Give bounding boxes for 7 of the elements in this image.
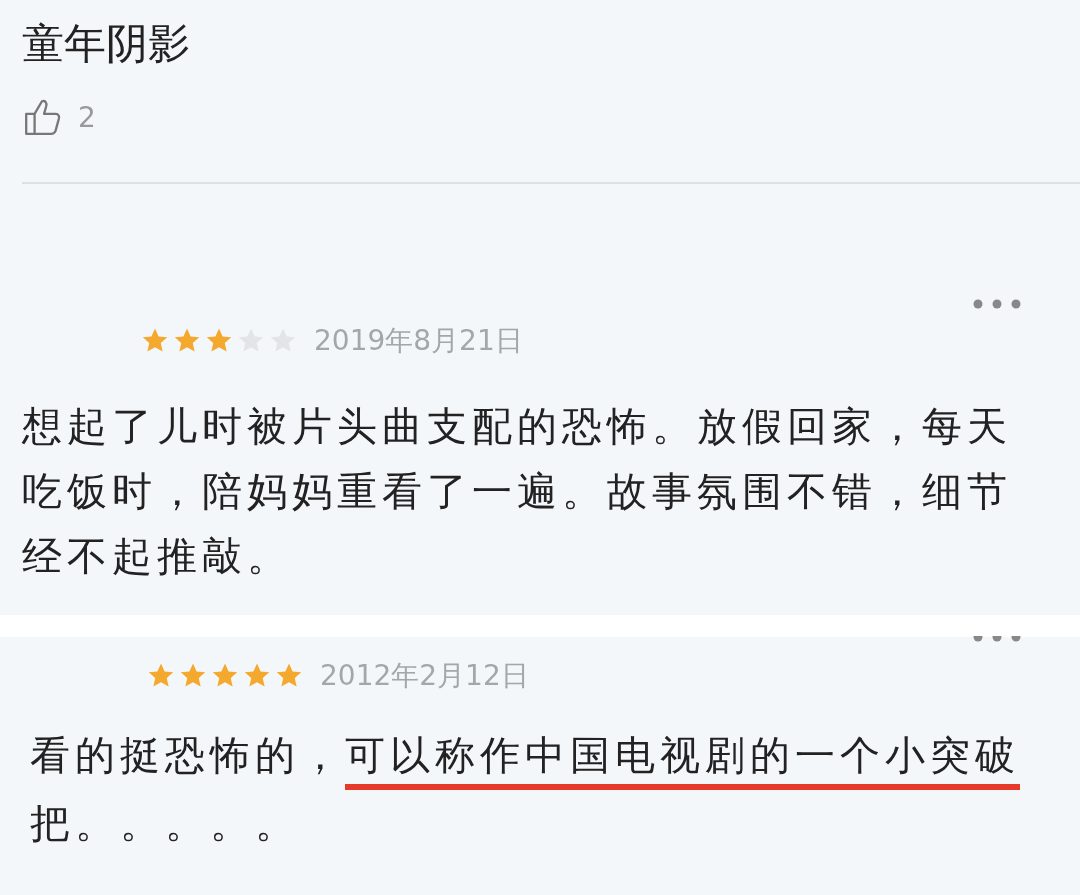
review-text: 想起了儿时被片头曲支配的恐怖。放假回家，每天 吃饭时，陪妈妈重看了一遍。故事氛围不错，细节 经不起推敲。 bbox=[22, 402, 1013, 581]
review-date: 2012年2月12日 bbox=[320, 658, 529, 694]
comment-text: 童年阴影 bbox=[22, 18, 191, 70]
like-count: 2 bbox=[78, 100, 96, 134]
more-icon[interactable] bbox=[972, 298, 1022, 310]
review-text: 看的挺恐怖的，可以称作中国电视剧的一个小突破 把。。。。。 bbox=[29, 731, 1021, 848]
review-date: 2019年8月21日 bbox=[314, 323, 523, 359]
